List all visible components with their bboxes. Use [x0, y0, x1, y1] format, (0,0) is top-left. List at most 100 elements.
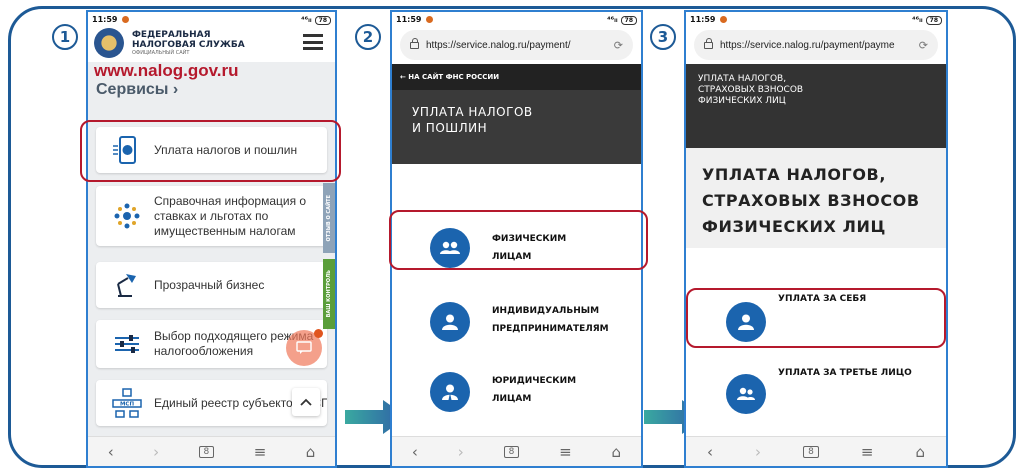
battery-icon: 78	[314, 15, 331, 25]
nav-menu-icon[interactable]: ≡	[254, 443, 267, 461]
nav-forward-icon[interactable]: ›	[755, 443, 761, 461]
android-nav-bar: ‹ › 8 ≡ ⌂	[392, 436, 641, 466]
step-badge-3: 3	[650, 24, 676, 50]
nav-menu-icon[interactable]: ≡	[861, 443, 874, 461]
page-title-block: УПЛАТА НАЛОГОВ И ПОШЛИН	[392, 90, 641, 164]
site-header: ФЕДЕРАЛЬНАЯ НАЛОГОВАЯ СЛУЖБА ОФИЦИАЛЬНЫЙ…	[88, 26, 335, 60]
address-bar[interactable]: https://service.nalog.ru/payment/payme ⟳	[694, 30, 938, 60]
signal-icon: ⁴⁶ₗₗ	[607, 14, 618, 24]
signal-icon: ⁴⁶ₗₗ	[912, 14, 923, 24]
notification-icon	[122, 15, 130, 23]
lock-icon	[704, 37, 713, 49]
dark-header: УПЛАТА НАЛОГОВ, СТРАХОВЫХ ВЗНОСОВ ФИЗИЧЕ…	[686, 64, 946, 148]
step-badge-2: 2	[355, 24, 381, 50]
scroll-up-button[interactable]	[292, 388, 320, 416]
reload-icon[interactable]: ⟳	[919, 39, 928, 52]
hamburger-menu-icon[interactable]	[303, 34, 323, 50]
nav-back-icon[interactable]: ‹	[707, 443, 713, 461]
service-label: Справочная информация о ставках и льгота…	[154, 193, 307, 238]
reload-icon[interactable]: ⟳	[614, 39, 623, 52]
nav-home-icon[interactable]: ⌂	[915, 443, 925, 461]
page-title-line1: УПЛАТА НАЛОГОВ,	[702, 165, 886, 184]
msp-icon-text: МСП	[120, 402, 135, 408]
nav-back-icon[interactable]: ‹	[412, 443, 418, 461]
option-label: УПЛАТА ЗА ТРЕТЬЕ ЛИЦО	[778, 368, 912, 378]
battery-icon: 78	[620, 15, 637, 25]
notification-icon	[720, 15, 728, 23]
nav-home-icon[interactable]: ⌂	[612, 443, 622, 461]
page-title-line1: УПЛАТА НАЛОГОВ	[412, 105, 533, 119]
highlight-pay-self	[686, 288, 946, 348]
status-time: 11:59	[690, 14, 716, 24]
option-legal-entities[interactable]: ЮРИДИЧЕСКИМ ЛИЦАМ	[392, 360, 641, 428]
back-to-fns-link[interactable]: ← НА САЙТ ФНС РОССИИ	[392, 64, 641, 90]
chevron-right-icon: ›	[172, 81, 179, 98]
service-card-reference[interactable]: Справочная информация о ставках и льгота…	[96, 186, 327, 246]
chevron-up-icon	[300, 398, 312, 406]
control-side-tab-text: ВАШ КОНТРОЛЬ	[326, 270, 332, 318]
highlight-payment	[80, 120, 341, 182]
people-icon	[726, 374, 766, 414]
nav-back-icon[interactable]: ‹	[108, 443, 114, 461]
business-person-icon	[430, 372, 470, 412]
android-nav-bar: ‹ › 8 ≡ ⌂	[686, 436, 946, 466]
nav-menu-icon[interactable]: ≡	[559, 443, 572, 461]
header-title-line3: ФИЗИЧЕСКИХ ЛИЦ	[698, 96, 786, 106]
feedback-side-tab[interactable]: ОТЗЫВ О САЙТЕ	[323, 183, 335, 253]
notification-icon	[426, 15, 434, 23]
phone-screen-3: 11:59 ⁴⁶ₗₗ 78 https://service.nalog.ru/pa…	[684, 10, 948, 468]
nav-forward-icon[interactable]: ›	[153, 443, 159, 461]
control-side-tab[interactable]: ВАШ КОНТРОЛЬ	[323, 259, 335, 329]
fns-emblem-icon	[94, 28, 124, 58]
org-subtitle: ОФИЦИАЛЬНЫЙ САЙТ	[132, 50, 190, 56]
desk-lamp-icon	[117, 274, 136, 297]
phone-screen-1: 11:59 ⁴⁶ₗₗ 78 ФЕДЕРАЛЬНАЯ НАЛОГОВАЯ СЛУЖБ…	[86, 10, 337, 468]
step-badge-1: 1	[52, 24, 78, 50]
page-title-block: УПЛАТА НАЛОГОВ, СТРАХОВЫХ ВЗНОСОВ ФИЗИЧЕ…	[686, 148, 946, 248]
highlight-individuals	[389, 210, 648, 270]
option-label-line2: ЛИЦАМ	[492, 394, 532, 404]
option-pay-third-party[interactable]: УПЛАТА ЗА ТРЕТЬЕ ЛИЦО	[686, 364, 946, 424]
header-title-line1: УПЛАТА НАЛОГОВ,	[698, 74, 787, 84]
option-label-line1: ИНДИВИДУАЛЬНЫМ	[492, 306, 600, 316]
org-name-line1: ФЕДЕРАЛЬНАЯ	[132, 30, 211, 40]
msp-registry-icon: МСП	[112, 388, 142, 418]
option-label: ИНДИВИДУАЛЬНЫМ ПРЕДПРИНИМАТЕЛЯМ	[492, 302, 609, 338]
page-title-line3: ФИЗИЧЕСКИХ ЛИЦ	[702, 217, 886, 236]
person-icon	[430, 302, 470, 342]
services-area: www.nalog.gov.ru Сервисы › Уплата налого…	[88, 62, 335, 436]
nav-tabs-icon[interactable]: 8	[198, 445, 215, 458]
site-url-caption: www.nalog.gov.ru	[94, 61, 239, 80]
status-bar: 11:59 ⁴⁶ₗₗ 78	[392, 12, 641, 26]
services-heading[interactable]: Сервисы ›	[88, 80, 335, 100]
status-bar: 11:59 ⁴⁶ₗₗ 78	[88, 12, 335, 26]
address-bar[interactable]: https://service.nalog.ru/payment/ ⟳	[400, 30, 633, 60]
header-title-line2: СТРАХОВЫХ ВЗНОСОВ	[698, 85, 804, 95]
feedback-side-tab-text: ОТЗЫВ О САЙТЕ	[326, 194, 332, 242]
nav-forward-icon[interactable]: ›	[458, 443, 464, 461]
service-card-business[interactable]: Прозрачный бизнес	[96, 262, 327, 308]
status-time: 11:59	[396, 14, 422, 24]
lock-icon	[410, 37, 419, 49]
page-title-line2: СТРАХОВЫХ ВЗНОСОВ	[702, 191, 920, 210]
option-label: ЮРИДИЧЕСКИМ ЛИЦАМ	[492, 372, 576, 408]
status-bar: 11:59 ⁴⁶ₗₗ 78	[686, 12, 946, 26]
option-entrepreneurs[interactable]: ИНДИВИДУАЛЬНЫМ ПРЕДПРИНИМАТЕЛЯМ	[392, 290, 641, 358]
option-label-line2: ПРЕДПРИНИМАТЕЛЯМ	[492, 324, 609, 334]
battery-icon: 78	[925, 15, 942, 25]
signal-icon: ⁴⁶ₗₗ	[301, 14, 312, 24]
emblem-icon	[114, 203, 140, 229]
url-text: https://service.nalog.ru/payment/	[426, 39, 571, 51]
page-title-line2: И ПОШЛИН	[412, 121, 488, 135]
sliders-icon	[115, 335, 139, 353]
nav-home-icon[interactable]: ⌂	[306, 443, 316, 461]
nav-tabs-icon[interactable]: 8	[803, 445, 819, 458]
services-heading-text: Сервисы	[96, 81, 169, 98]
chat-bubble-icon	[296, 341, 312, 354]
android-nav-bar: ‹ › 8 ≡ ⌂	[88, 436, 335, 466]
notification-dot-icon	[314, 329, 323, 338]
option-label-line1: ЮРИДИЧЕСКИМ	[492, 376, 577, 386]
status-time: 11:59	[92, 14, 118, 24]
chat-fab-button[interactable]	[286, 329, 323, 366]
nav-tabs-icon[interactable]: 8	[503, 445, 520, 458]
